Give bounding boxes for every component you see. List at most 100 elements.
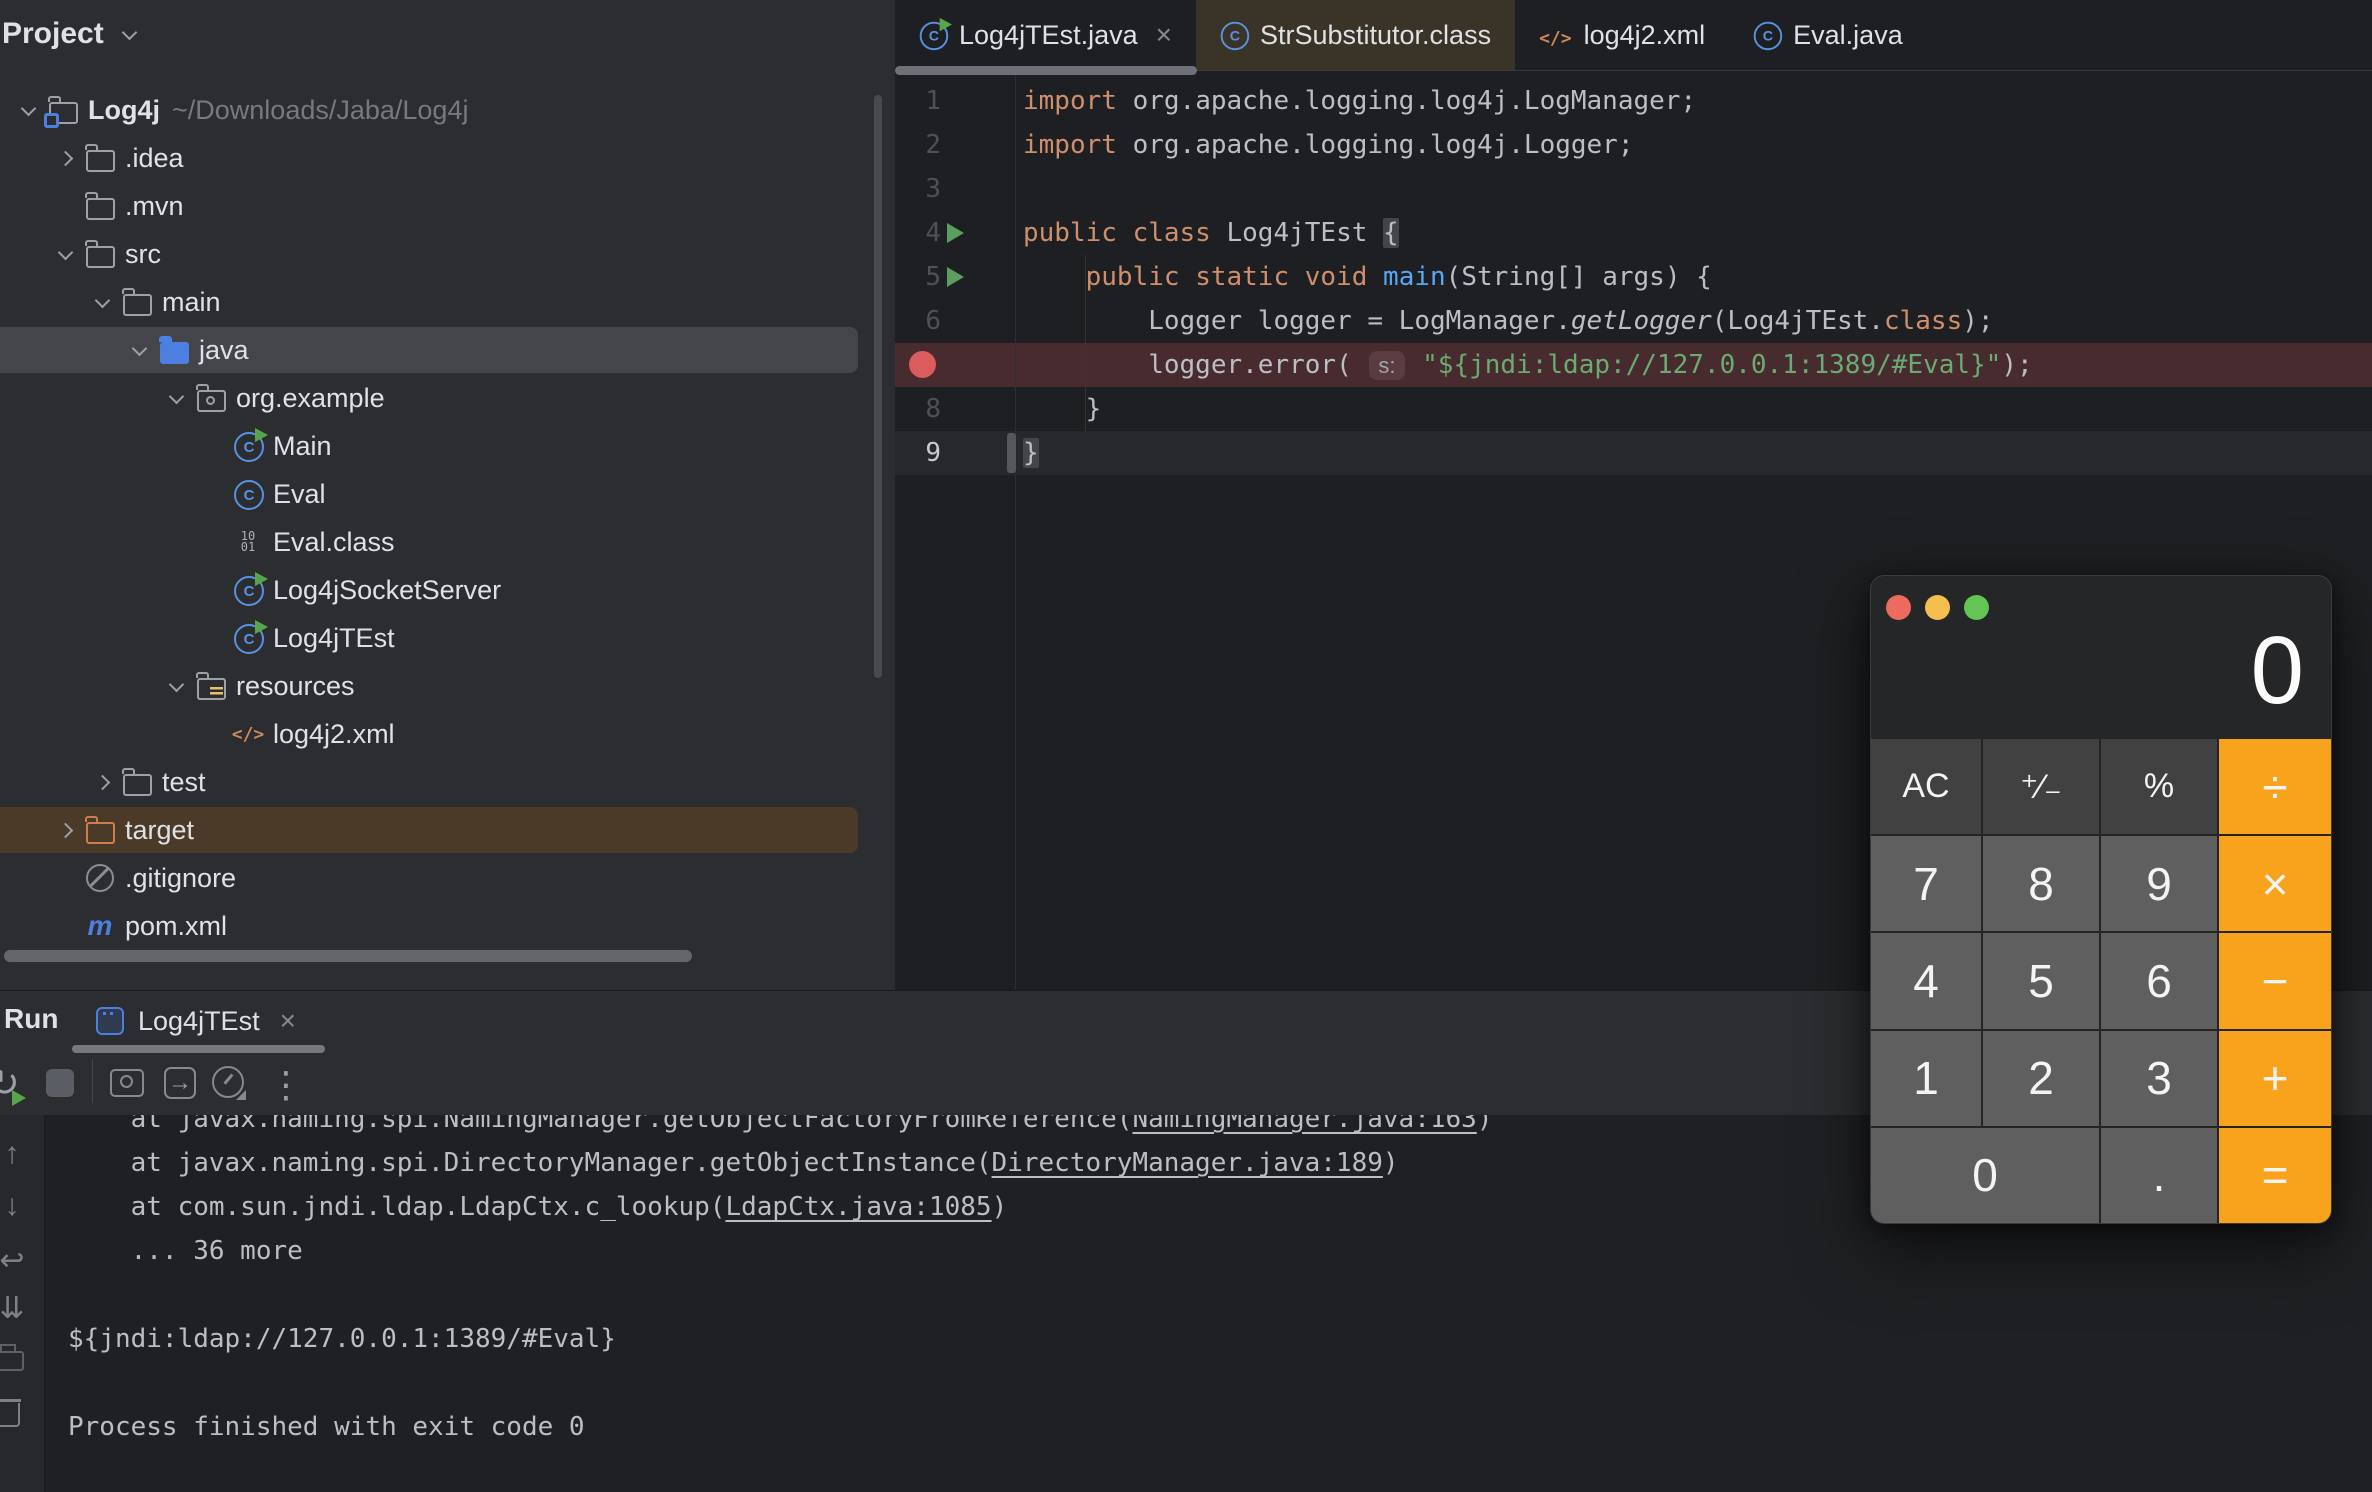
window-minimize-button[interactable] bbox=[1925, 595, 1950, 620]
calc-key-four[interactable]: 4 bbox=[1871, 933, 1981, 1028]
calc-key-plus-minus[interactable]: ⁺⁄₋ bbox=[1983, 739, 2099, 834]
stack-trace-link[interactable]: LdapCtx.java:1085 bbox=[725, 1192, 991, 1222]
print-icon[interactable] bbox=[0, 1351, 24, 1371]
clear-console-icon[interactable] bbox=[0, 1403, 20, 1427]
tree-indent bbox=[0, 110, 12, 111]
chevron-down-icon[interactable] bbox=[160, 662, 192, 710]
calc-key-percent[interactable]: % bbox=[2101, 739, 2217, 834]
tree-item-eval[interactable]: CEval bbox=[0, 470, 895, 518]
code-line-4[interactable]: public class Log4jTEst { bbox=[1023, 211, 1399, 255]
tree-item-mvn[interactable]: .mvn bbox=[0, 182, 895, 230]
chevron-right-icon[interactable] bbox=[86, 758, 118, 806]
chevron-down-icon[interactable] bbox=[123, 326, 155, 374]
down-stack-trace-icon[interactable]: ↓ bbox=[0, 1189, 32, 1223]
tree-item-label: Eval bbox=[273, 479, 326, 510]
tree-item-main[interactable]: CMain bbox=[0, 422, 895, 470]
close-icon[interactable]: × bbox=[1156, 19, 1172, 51]
tree-item-log4jsocketserver[interactable]: CLog4jSocketServer bbox=[0, 566, 895, 614]
code-line-2[interactable]: import org.apache.logging.log4j.Logger; bbox=[1023, 123, 1633, 167]
window-close-button[interactable] bbox=[1886, 595, 1911, 620]
tree-horizontal-scrollbar[interactable] bbox=[4, 950, 692, 962]
editor-tab-log4jtest-java[interactable]: CLog4jTEst.java× bbox=[895, 0, 1196, 70]
close-icon[interactable]: × bbox=[280, 1005, 296, 1037]
scroll-to-end-icon[interactable]: ⇊ bbox=[0, 1291, 32, 1326]
console-text: ${jndi:ldap://127.0.0.1:1389/#Eval} bbox=[68, 1324, 616, 1354]
calc-key-five[interactable]: 5 bbox=[1983, 933, 2099, 1028]
calc-key-equals[interactable]: = bbox=[2219, 1128, 2331, 1223]
editor-tab-strsubstitutor-class[interactable]: CStrSubstitutor.class bbox=[1196, 0, 1515, 70]
calc-key-add[interactable]: + bbox=[2219, 1031, 2331, 1126]
code-line-1[interactable]: import org.apache.logging.log4j.LogManag… bbox=[1023, 79, 1696, 123]
calc-key-one[interactable]: 1 bbox=[1871, 1031, 1981, 1126]
tree-item-org-example[interactable]: org.example bbox=[0, 374, 895, 422]
chevron-spacer bbox=[49, 902, 81, 950]
calc-key-decimal[interactable]: . bbox=[2101, 1128, 2217, 1223]
tree-item-log4jtest[interactable]: CLog4jTEst bbox=[0, 614, 895, 662]
run-tab-log4jtest[interactable]: Log4jTEst × bbox=[96, 999, 296, 1043]
calc-key-subtract[interactable]: − bbox=[2219, 933, 2331, 1028]
tree-item-log4j2-xml[interactable]: </>log4j2.xml bbox=[0, 710, 895, 758]
profiler-gauge-icon[interactable] bbox=[212, 1066, 244, 1098]
stop-icon[interactable] bbox=[46, 1069, 74, 1097]
stack-trace-link[interactable]: DirectoryManager.java:189 bbox=[992, 1148, 1383, 1178]
tree-item-eval-class[interactable]: 1001Eval.class bbox=[0, 518, 895, 566]
run-line-icon[interactable] bbox=[947, 267, 964, 287]
chevron-down-icon[interactable] bbox=[49, 230, 81, 278]
tree-item-resources[interactable]: resources bbox=[0, 662, 895, 710]
code-token: public static void bbox=[1086, 262, 1383, 292]
more-options-icon[interactable]: ⋮ bbox=[268, 1057, 304, 1113]
calc-key-multiply[interactable]: × bbox=[2219, 836, 2331, 931]
stack-trace-link[interactable]: NamingManager.java:163 bbox=[1132, 1115, 1476, 1134]
tree-vertical-scrollbar[interactable] bbox=[874, 95, 882, 678]
thread-dump-camera-icon[interactable] bbox=[110, 1069, 144, 1097]
project-tool-window-header[interactable]: Project bbox=[2, 10, 146, 58]
tree-item-idea[interactable]: .idea bbox=[0, 134, 895, 182]
code-line-5[interactable]: public static void main(String[] args) { bbox=[1023, 255, 1712, 299]
up-stack-trace-icon[interactable]: ↑ bbox=[0, 1137, 32, 1171]
chevron-right-icon[interactable] bbox=[49, 134, 81, 182]
tree-item-gitignore[interactable]: .gitignore bbox=[0, 854, 895, 902]
tree-item-java[interactable]: java bbox=[0, 326, 895, 374]
code-line-7[interactable]: logger.error( s: "${jndi:ldap://127.0.0.… bbox=[1023, 343, 2033, 387]
code-line-8[interactable]: } bbox=[1023, 387, 1101, 431]
code-line-9[interactable]: } bbox=[1023, 431, 1039, 475]
code-token: } bbox=[1023, 394, 1101, 424]
calc-key-ac[interactable]: AC bbox=[1871, 739, 1981, 834]
tree-item-target[interactable]: target bbox=[0, 806, 895, 854]
calc-key-six[interactable]: 6 bbox=[2101, 933, 2217, 1028]
class-icon: C bbox=[1220, 21, 1248, 49]
calc-key-three[interactable]: 3 bbox=[2101, 1031, 2217, 1126]
tree-item-log4j[interactable]: Log4j~/Downloads/Jaba/Log4j bbox=[0, 86, 895, 134]
calc-key-nine[interactable]: 9 bbox=[2101, 836, 2217, 931]
chevron-down-icon[interactable] bbox=[160, 374, 192, 422]
chevron-down-icon[interactable] bbox=[86, 278, 118, 326]
tree-item-test[interactable]: test bbox=[0, 758, 895, 806]
tree-item-src[interactable]: src bbox=[0, 230, 895, 278]
exit-process-icon[interactable]: → bbox=[164, 1067, 196, 1099]
calc-key-eight[interactable]: 8 bbox=[1983, 836, 2099, 931]
calc-key-divide[interactable]: ÷ bbox=[2219, 739, 2331, 834]
tree-item-pom-xml[interactable]: mpom.xml bbox=[0, 902, 895, 950]
chevron-right-icon[interactable] bbox=[49, 806, 81, 854]
tree-item-main[interactable]: main bbox=[0, 278, 895, 326]
console-text: at com.sun.jndi.ldap.LdapCtx.c_lookup( bbox=[68, 1192, 725, 1222]
tree-item-label: resources bbox=[236, 671, 355, 702]
window-zoom-button[interactable] bbox=[1964, 595, 1989, 620]
editor-tab-log4j2-xml[interactable]: </>log4j2.xml bbox=[1515, 0, 1729, 70]
calc-key-two[interactable]: 2 bbox=[1983, 1031, 2099, 1126]
run-line-icon[interactable] bbox=[947, 223, 964, 243]
chevron-down-icon bbox=[114, 10, 146, 58]
line-number-1: 1 bbox=[895, 79, 941, 123]
code-line-6[interactable]: Logger logger = LogManager.getLogger(Log… bbox=[1023, 299, 1994, 343]
chevron-down-icon[interactable] bbox=[12, 86, 44, 134]
calc-key-zero[interactable]: 0 bbox=[1871, 1128, 2099, 1223]
caret-gutter-marker bbox=[1007, 433, 1016, 473]
calc-key-seven[interactable]: 7 bbox=[1871, 836, 1981, 931]
tree-item-label: Main bbox=[273, 431, 332, 462]
tree-item-label: pom.xml bbox=[125, 911, 227, 942]
editor-tab-eval-java[interactable]: CEval.java bbox=[1729, 0, 1927, 70]
soft-wrap-icon[interactable]: ↩ bbox=[0, 1243, 32, 1278]
tab-label: log4j2.xml bbox=[1584, 20, 1706, 51]
rerun-icon[interactable]: ↻ bbox=[0, 1061, 20, 1106]
breakpoint-icon[interactable] bbox=[909, 351, 936, 378]
